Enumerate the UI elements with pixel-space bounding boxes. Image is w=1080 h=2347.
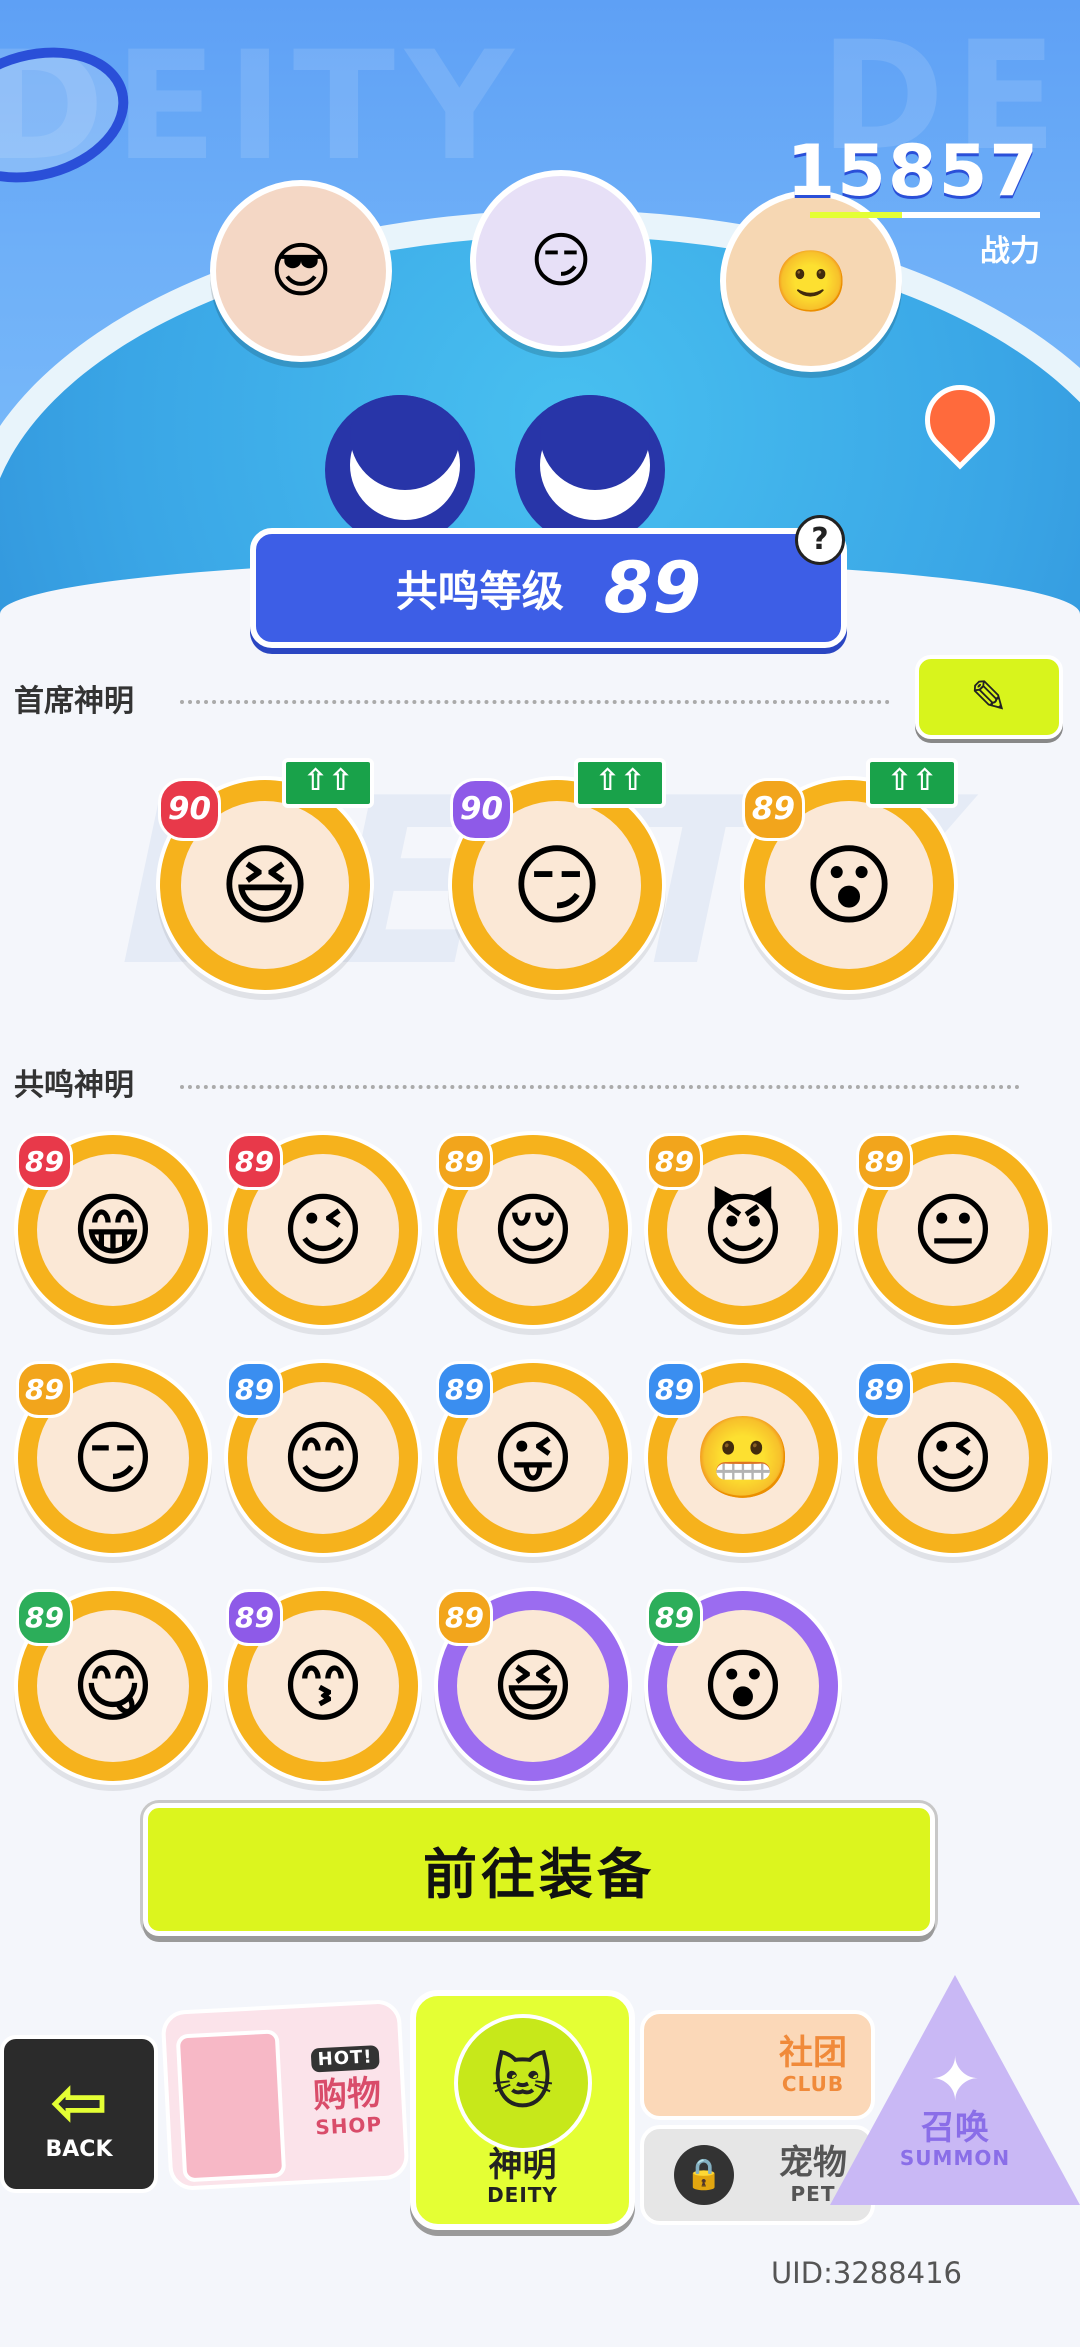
back-label: BACK: [45, 2136, 113, 2162]
resonance-deity-card[interactable]: 😈 89: [646, 1133, 838, 1325]
resonance-deity-card[interactable]: 😬 89: [646, 1361, 838, 1553]
level-badge: 89: [16, 1589, 73, 1646]
summon-star-icon: ✦: [930, 2045, 981, 2115]
summon-label[interactable]: 召唤 SUMMON: [830, 2108, 1080, 2171]
power-value: 15857: [786, 130, 1040, 212]
level-badge: 90: [158, 778, 221, 841]
shop-button[interactable]: HOT! 购物 SHOP: [160, 1998, 410, 2192]
chief-section-title: 首席神明: [14, 684, 134, 719]
resonance-deity-card[interactable]: 😜 89: [436, 1361, 628, 1553]
deity-button[interactable]: 🐱 神明 DEITY: [410, 1990, 635, 2230]
resonance-deity-card[interactable]: 😉 89: [856, 1361, 1048, 1553]
resonance-deity-card[interactable]: 😙 89: [226, 1589, 418, 1781]
resonance-label: 共鸣等级: [395, 566, 564, 616]
pencil-icon: ✎: [969, 670, 1009, 724]
chief-deity-card[interactable]: 😮 89 ⇧⇧: [742, 758, 958, 990]
power-underline: [810, 212, 1040, 218]
help-icon[interactable]: ?: [795, 515, 845, 565]
summon-label-cn: 召唤: [921, 2108, 989, 2148]
upgrade-available-icon: ⇧⇧: [282, 758, 374, 808]
level-badge: 89: [856, 1133, 913, 1190]
upgrade-available-icon: ⇧⇧: [574, 758, 666, 808]
level-badge: 89: [226, 1133, 283, 1190]
back-arrow-icon: ⇦: [49, 2060, 109, 2143]
level-badge: 89: [646, 1361, 703, 1418]
level-badge: 89: [226, 1589, 283, 1646]
level-badge: 89: [436, 1361, 493, 1418]
resonance-level-bar[interactable]: 共鸣等级 89: [250, 528, 847, 648]
go-equip-button[interactable]: 前往装备: [143, 1803, 935, 1936]
power-display: 15857 战力: [786, 130, 1040, 270]
level-badge: 89: [16, 1133, 73, 1190]
chief-deity-card[interactable]: 😆 90 ⇧⇧: [158, 758, 374, 990]
resonance-deity-card[interactable]: 😐 89: [856, 1133, 1048, 1325]
resonance-deity-card[interactable]: 😮 89: [646, 1589, 838, 1781]
deity-label-en: DEITY: [487, 2183, 558, 2207]
level-badge: 89: [436, 1133, 493, 1190]
resonance-section-title: 共鸣神明: [14, 1068, 134, 1103]
level-badge: 89: [16, 1361, 73, 1418]
resonance-level-value: 89: [603, 547, 702, 629]
team-hero-1[interactable]: 😎: [210, 180, 392, 362]
deity-label-cn: 神明: [488, 2144, 557, 2185]
resonance-deity-card[interactable]: 😌 89: [436, 1133, 628, 1325]
vending-machine-icon: [175, 2029, 287, 2183]
level-badge: 89: [436, 1589, 493, 1646]
summon-label-en: SUMMON: [899, 2146, 1011, 2171]
shop-label-en: SHOP: [314, 2111, 383, 2140]
user-id: UID:3288416: [770, 2256, 962, 2290]
level-badge: 89: [856, 1361, 913, 1418]
level-badge: 89: [226, 1361, 283, 1418]
deity-mascot-icon: 🐱: [453, 2014, 592, 2152]
team-hero-2[interactable]: 😏: [470, 170, 652, 352]
resonance-deity-card[interactable]: 😆 89: [436, 1589, 628, 1781]
resonance-deity-card[interactable]: 😊 89: [226, 1361, 418, 1553]
globe-eye-right: [515, 395, 665, 545]
shop-hot-tag: HOT!: [310, 2045, 380, 2073]
level-badge: 90: [450, 778, 513, 841]
lock-icon: 🔒: [674, 2145, 734, 2205]
resonance-deity-card[interactable]: 😏 89: [16, 1361, 208, 1553]
shop-label-cn: 购物: [312, 2073, 383, 2117]
upgrade-available-icon: ⇧⇧: [866, 758, 958, 808]
level-badge: 89: [646, 1589, 703, 1646]
power-label: 战力: [980, 234, 1040, 269]
resonance-deity-card[interactable]: 😁 89: [16, 1133, 208, 1325]
resonance-divider: [180, 1085, 1020, 1089]
resonance-deity-card[interactable]: 😉 89: [226, 1133, 418, 1325]
chief-divider: [180, 700, 890, 704]
globe-eye-left: [325, 395, 475, 545]
edit-team-button[interactable]: ✎: [915, 655, 1063, 739]
back-button[interactable]: ⇦ BACK: [0, 2035, 158, 2193]
level-badge: 89: [646, 1133, 703, 1190]
chief-deity-card[interactable]: 😏 90 ⇧⇧: [450, 758, 666, 990]
resonance-deity-card[interactable]: 😋 89: [16, 1589, 208, 1781]
level-badge: 89: [742, 778, 805, 841]
